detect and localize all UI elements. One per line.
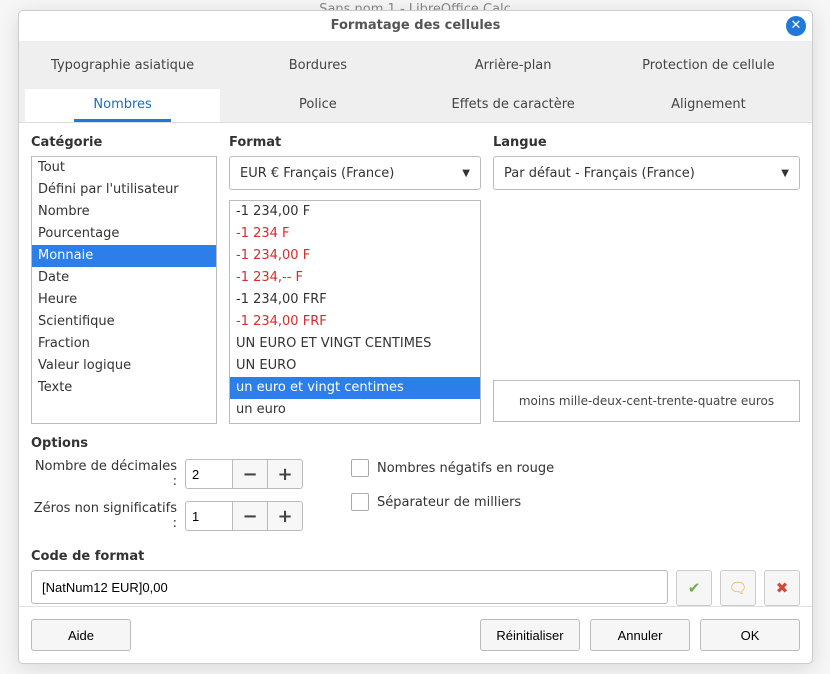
leading-zeros-label: Zéros non significatifs :	[31, 501, 185, 531]
category-item-time[interactable]: Heure	[32, 289, 216, 311]
dialog-title: Formatage des cellules	[331, 18, 501, 33]
close-icon: ✕	[791, 11, 802, 41]
format-item[interactable]: -1 234,00 FRF	[230, 289, 480, 311]
tab-alignment[interactable]: Alignement	[611, 89, 806, 122]
format-code-label: Code de format	[31, 549, 800, 564]
language-dropdown[interactable]: Par défaut - Français (France) ▼	[493, 156, 800, 190]
leading-zeros-input[interactable]	[185, 501, 233, 531]
thousands-label: Séparateur de milliers	[377, 495, 521, 510]
format-item[interactable]: un euro	[230, 399, 480, 421]
tabs-row-top: Typographie asiatique Bordures Arrière-p…	[19, 42, 812, 83]
leading-zeros-spinner[interactable]: − +	[185, 501, 303, 531]
dialog-titlebar: Formatage des cellules ✕	[19, 11, 812, 42]
edit-comment-button[interactable]: 🗨	[720, 570, 756, 606]
help-button[interactable]: Aide	[31, 619, 131, 651]
chevron-down-icon: ▼	[462, 168, 470, 179]
category-item-scientific[interactable]: Scientifique	[32, 311, 216, 333]
category-item-number[interactable]: Nombre	[32, 201, 216, 223]
format-code-input[interactable]	[31, 570, 668, 604]
ok-button[interactable]: OK	[700, 619, 800, 651]
tab-text-effects[interactable]: Effets de caractère	[416, 89, 611, 122]
chevron-down-icon: ▼	[781, 168, 789, 179]
format-item[interactable]: -1 234 F	[230, 223, 480, 245]
category-item-user[interactable]: Défini par l'utilisateur	[32, 179, 216, 201]
decimals-minus-button[interactable]: −	[233, 459, 268, 489]
leading-zeros-plus-button[interactable]: +	[268, 501, 303, 531]
format-label: Format	[229, 135, 481, 150]
neg-red-label: Nombres négatifs en rouge	[377, 461, 554, 476]
options-label: Options	[31, 436, 800, 451]
category-item-all[interactable]: Tout	[32, 157, 216, 179]
category-item-currency[interactable]: Monnaie	[32, 245, 216, 267]
reset-button[interactable]: Réinitialiser	[480, 619, 580, 651]
dialog-footer: Aide Réinitialiser Annuler OK	[19, 606, 812, 663]
decimals-input[interactable]	[185, 459, 233, 489]
plus-icon: +	[277, 464, 292, 485]
minus-icon: −	[242, 464, 257, 485]
format-currency-value: EUR € Français (France)	[240, 166, 394, 181]
category-item-boolean[interactable]: Valeur logique	[32, 355, 216, 377]
category-label: Catégorie	[31, 135, 217, 150]
language-label: Langue	[493, 135, 800, 150]
plus-icon: +	[277, 506, 292, 527]
note-icon: 🗨	[728, 579, 747, 597]
apply-format-button[interactable]: ✔	[676, 570, 712, 606]
format-currency-dropdown[interactable]: EUR € Français (France) ▼	[229, 156, 481, 190]
format-item[interactable]: -1 234,00 FRF	[230, 311, 480, 333]
tab-numbers[interactable]: Nombres	[25, 89, 220, 122]
category-listbox[interactable]: Tout Défini par l'utilisateur Nombre Pou…	[31, 156, 217, 424]
delete-icon: ✖	[776, 579, 789, 597]
close-button[interactable]: ✕	[786, 16, 806, 36]
delete-format-button[interactable]: ✖	[764, 570, 800, 606]
thousands-checkbox[interactable]	[351, 493, 369, 511]
format-item[interactable]: UN EURO ET VINGT CENTIMES	[230, 333, 480, 355]
preview-text: moins mille-deux-cent-trente-quatre euro…	[519, 394, 774, 408]
category-item-date[interactable]: Date	[32, 267, 216, 289]
format-item[interactable]: un euro et vingt centimes	[230, 377, 480, 399]
format-item[interactable]: -1 234,-- F	[230, 267, 480, 289]
decimals-spinner[interactable]: − +	[185, 459, 303, 489]
tab-background[interactable]: Arrière-plan	[416, 50, 611, 83]
format-item[interactable]: -1 234,00 F	[230, 201, 480, 223]
format-item[interactable]: -1 234,00 F	[230, 245, 480, 267]
check-icon: ✔	[688, 579, 701, 597]
category-item-text[interactable]: Texte	[32, 377, 216, 399]
tab-cell-protection[interactable]: Protection de cellule	[611, 50, 806, 83]
preview-box: moins mille-deux-cent-trente-quatre euro…	[493, 380, 800, 422]
tab-font[interactable]: Police	[220, 89, 415, 122]
format-item[interactable]: UN EURO	[230, 355, 480, 377]
category-item-percent[interactable]: Pourcentage	[32, 223, 216, 245]
decimals-label: Nombre de décimales :	[31, 459, 185, 489]
tabs-row-bottom: Nombres Police Effets de caractère Align…	[19, 83, 812, 123]
tab-asian-typography[interactable]: Typographie asiatique	[25, 50, 220, 83]
leading-zeros-minus-button[interactable]: −	[233, 501, 268, 531]
format-cells-dialog: Formatage des cellules ✕ Typographie asi…	[18, 10, 813, 664]
category-item-fraction[interactable]: Fraction	[32, 333, 216, 355]
decimals-plus-button[interactable]: +	[268, 459, 303, 489]
minus-icon: −	[242, 506, 257, 527]
format-listbox[interactable]: -1 234,00 F -1 234 F -1 234,00 F -1 234,…	[229, 200, 481, 424]
language-value: Par défaut - Français (France)	[504, 166, 695, 181]
cancel-button[interactable]: Annuler	[590, 619, 690, 651]
neg-red-checkbox[interactable]	[351, 459, 369, 477]
tab-borders[interactable]: Bordures	[220, 50, 415, 83]
tab-content: Catégorie Tout Défini par l'utilisateur …	[19, 123, 812, 606]
